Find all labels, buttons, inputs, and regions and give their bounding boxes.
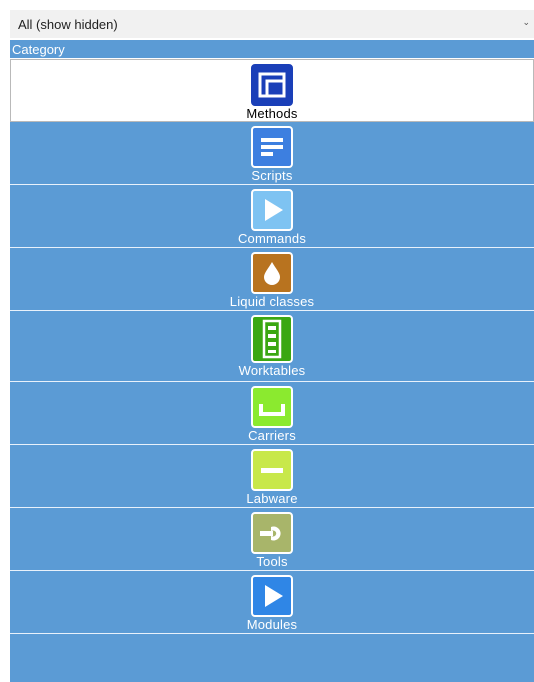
category-label: Scripts — [251, 168, 293, 183]
category-label: Liquid classes — [229, 294, 315, 309]
category-item-commands[interactable]: Commands — [10, 185, 534, 248]
tools-wrench-icon — [251, 512, 293, 554]
category-item-labware[interactable]: Labware — [10, 445, 534, 508]
category-label: Carriers — [248, 428, 296, 443]
category-item-liquid-classes[interactable]: Liquid classes — [10, 248, 534, 311]
carriers-icon — [251, 386, 293, 428]
category-label: Labware — [246, 491, 298, 506]
modules-icon — [251, 575, 293, 617]
category-item-methods[interactable]: Methods — [10, 59, 534, 122]
category-label: Worktables — [238, 363, 306, 378]
worktables-icon — [251, 315, 293, 363]
category-filter-value: All (show hidden) — [18, 16, 118, 32]
category-item-worktables[interactable]: Worktables — [10, 311, 534, 382]
methods-icon — [251, 64, 293, 106]
scripts-icon — [251, 126, 293, 168]
category-panel: Category Methods Scripts Commands Liquid… — [10, 40, 534, 682]
category-filter-dropdown[interactable]: All (show hidden) ⌄ — [10, 10, 534, 38]
category-item-modules[interactable]: Modules — [10, 571, 534, 634]
chevron-down-icon[interactable]: ⌄ — [522, 17, 530, 28]
category-item-carriers[interactable]: Carriers — [10, 382, 534, 445]
labware-icon — [251, 449, 293, 491]
category-header: Category — [10, 40, 534, 59]
commands-icon — [251, 189, 293, 231]
category-label: Tools — [256, 554, 288, 569]
category-item-scripts[interactable]: Scripts — [10, 122, 534, 185]
category-item-tools[interactable]: Tools — [10, 508, 534, 571]
liquid-drop-icon — [251, 252, 293, 294]
category-label: Commands — [237, 231, 307, 246]
category-label: Methods — [246, 106, 298, 121]
category-label: Modules — [246, 617, 298, 632]
